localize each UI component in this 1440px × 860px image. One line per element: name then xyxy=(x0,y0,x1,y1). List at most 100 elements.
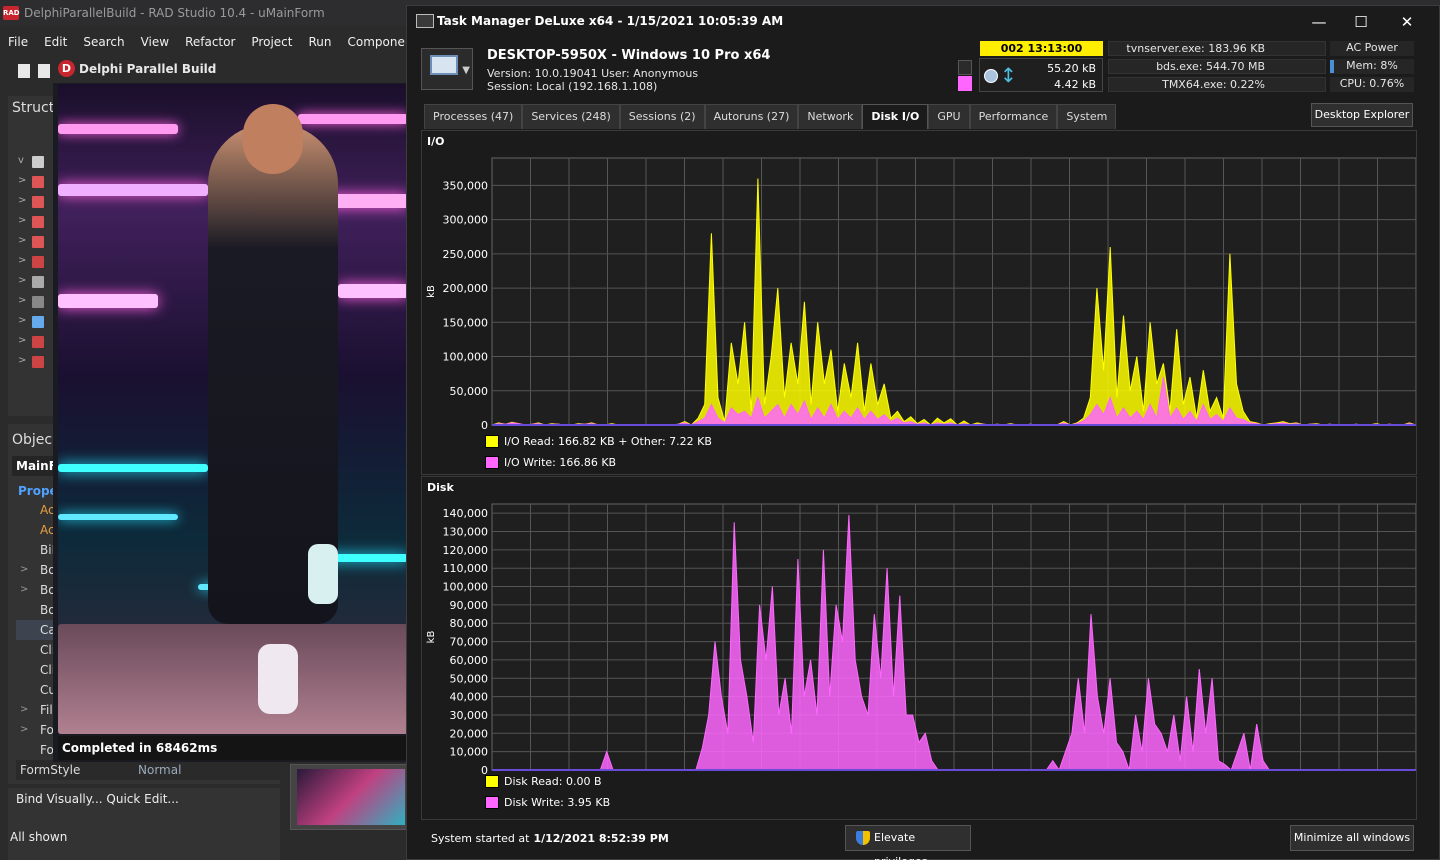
y-tick-label: 200,000 xyxy=(443,282,489,295)
structure-title: Struct xyxy=(12,100,55,116)
neon-photo xyxy=(58,84,408,734)
y-tick-label: 110,000 xyxy=(443,562,489,575)
tab-properties[interactable]: Prope xyxy=(18,484,58,498)
y-axis-label: kB xyxy=(426,631,437,644)
y-tick-label: 60,000 xyxy=(450,654,489,667)
up-down-arrows-icon: ↕ xyxy=(1000,63,1017,87)
network-traffic: ↕ 55.20 kB 4.42 kB xyxy=(979,58,1103,92)
component-icon xyxy=(32,296,44,308)
tab-system[interactable]: System xyxy=(1057,104,1117,129)
y-tick-label: 0 xyxy=(481,419,488,432)
y-tick-label: 150,000 xyxy=(443,316,489,329)
y-tick-label: 100,000 xyxy=(443,581,489,594)
parallel-build-titlebar[interactable]: D Delphi Parallel Build xyxy=(53,57,408,83)
task-manager-title: Task Manager DeLuxe x64 - 1/15/2021 10:0… xyxy=(437,14,784,28)
rad-logo-icon: RAD xyxy=(3,6,20,20)
open-file-icon[interactable] xyxy=(38,64,50,78)
maximize-button[interactable]: ☐ xyxy=(1339,10,1383,34)
tab-performance[interactable]: Performance xyxy=(969,104,1058,129)
chevron-down-icon[interactable]: ▼ xyxy=(462,65,470,76)
memory-usage: Mem: 8% xyxy=(1330,59,1414,74)
write-swatch xyxy=(485,456,499,469)
menu-refactor[interactable]: Refactor xyxy=(177,30,243,54)
host-session: Session: Local (192.168.1.108) xyxy=(487,80,658,93)
io-chart-panel: I/O 0 50,000 100,000 150,000 200,000 250,000 3… xyxy=(421,130,1417,475)
minimize-button[interactable]: — xyxy=(1297,10,1341,34)
minimize-all-button[interactable]: Minimize all windows xyxy=(1290,825,1414,851)
component-icon xyxy=(32,316,44,328)
net-in-value: 55.20 kB xyxy=(1047,62,1096,75)
computer-icon[interactable]: ▼ xyxy=(421,48,473,90)
y-tick-label: 40,000 xyxy=(450,691,489,704)
task-manager-titlebar[interactable]: Task Manager DeLuxe x64 - 1/15/2021 10:0… xyxy=(407,6,1439,36)
tab-autoruns[interactable]: Autoruns (27) xyxy=(704,104,799,129)
tab-network[interactable]: Network xyxy=(798,104,863,129)
y-tick-label: 90,000 xyxy=(450,599,489,612)
net-out-swatch xyxy=(958,76,972,91)
menu-search[interactable]: Search xyxy=(75,30,132,54)
y-tick-label: 30,000 xyxy=(450,709,489,722)
tab-processes[interactable]: Processes (47) xyxy=(424,104,523,129)
component-icon xyxy=(32,276,44,288)
elevate-privileges-button[interactable]: Elevate privileges xyxy=(845,825,971,860)
net-out-value: 4.42 kB xyxy=(1054,78,1096,91)
power-status: AC Power xyxy=(1330,41,1414,56)
bind-panel: Bind Visually... Quick Edit... All shown xyxy=(8,788,280,860)
uptime-badge: 002 13:13:00 xyxy=(980,41,1103,56)
monitor-icon xyxy=(430,55,458,75)
io-legend-write: I/O Write: 166.86 KB xyxy=(485,456,616,470)
bind-visually-link[interactable]: Bind Visually... Quick Edit... xyxy=(16,792,179,806)
host-version: Version: 10.0.19041 User: Anonymous xyxy=(487,67,699,80)
cpu-usage: CPU: 0.76% xyxy=(1330,77,1414,92)
tab-disk-io[interactable]: Disk I/O xyxy=(862,104,929,129)
tab-sessions[interactable]: Sessions (2) xyxy=(619,104,705,129)
parallel-build-title: Delphi Parallel Build xyxy=(79,62,217,76)
component-icon xyxy=(32,236,44,248)
disk-chart: 010,00020,00030,00040,00050,00060,00070,… xyxy=(426,503,1416,777)
y-tick-label: 20,000 xyxy=(450,727,489,740)
task-manager-window[interactable]: Task Manager DeLuxe x64 - 1/15/2021 10:0… xyxy=(406,5,1440,860)
y-tick-label: 140,000 xyxy=(443,507,489,520)
top-cpu-process[interactable]: TMX64.exe: 0.22% xyxy=(1108,77,1326,92)
menu-project[interactable]: Project xyxy=(243,30,300,54)
top-memory-process[interactable]: tvnserver.exe: 183.96 KB xyxy=(1108,41,1326,56)
task-manager-app-icon xyxy=(416,14,434,28)
form-preview xyxy=(290,764,408,830)
ide-menubar: File Edit Search View Refactor Project R… xyxy=(0,30,449,54)
form-icon xyxy=(32,156,44,168)
close-button[interactable]: ✕ xyxy=(1385,10,1429,34)
system-started: System started at 1/12/2021 8:52:39 PM xyxy=(431,832,669,845)
tab-bar: Processes (47) Services (248) Sessions (… xyxy=(424,104,1117,129)
system-started-value: 1/12/2021 8:52:39 PM xyxy=(533,832,669,845)
menu-view[interactable]: View xyxy=(133,30,177,54)
y-tick-label: 100,000 xyxy=(443,351,489,364)
tab-gpu[interactable]: GPU xyxy=(928,104,970,129)
component-icon xyxy=(32,176,44,188)
disk-legend-read: Disk Read: 0.00 B xyxy=(485,775,602,789)
menu-run[interactable]: Run xyxy=(300,30,339,54)
menu-edit[interactable]: Edit xyxy=(36,30,75,54)
menu-file[interactable]: File xyxy=(0,30,36,54)
tab-services[interactable]: Services (248) xyxy=(522,104,620,129)
delphi-logo-icon: D xyxy=(58,60,75,77)
top-process[interactable]: bds.exe: 544.70 MB xyxy=(1108,59,1326,74)
new-file-icon[interactable] xyxy=(18,64,30,78)
y-tick-label: 10,000 xyxy=(450,746,489,759)
parallel-build-window[interactable]: D Delphi Parallel Build Completed in 684… xyxy=(53,57,408,762)
y-axis-label: kB xyxy=(426,285,437,298)
host-name: DESKTOP-5950X - Windows 10 Pro x64 xyxy=(487,48,771,63)
read-swatch xyxy=(485,435,499,448)
y-tick-label: 350,000 xyxy=(443,179,489,192)
memory-bar xyxy=(1330,60,1334,73)
desktop-explorer-button[interactable]: Desktop Explorer xyxy=(1311,103,1413,127)
ide-title-text: DelphiParallelBuild - RAD Studio 10.4 - … xyxy=(24,6,325,20)
shield-icon xyxy=(856,831,870,845)
property-row-formstyle[interactable]: FormStyle Normal xyxy=(16,760,280,780)
y-tick-label: 50,000 xyxy=(450,385,489,398)
globe-icon xyxy=(984,69,998,83)
write-swatch xyxy=(485,796,499,809)
y-tick-label: 120,000 xyxy=(443,544,489,557)
net-in-swatch xyxy=(958,60,972,75)
component-icon xyxy=(32,256,44,268)
y-tick-label: 130,000 xyxy=(443,526,489,539)
